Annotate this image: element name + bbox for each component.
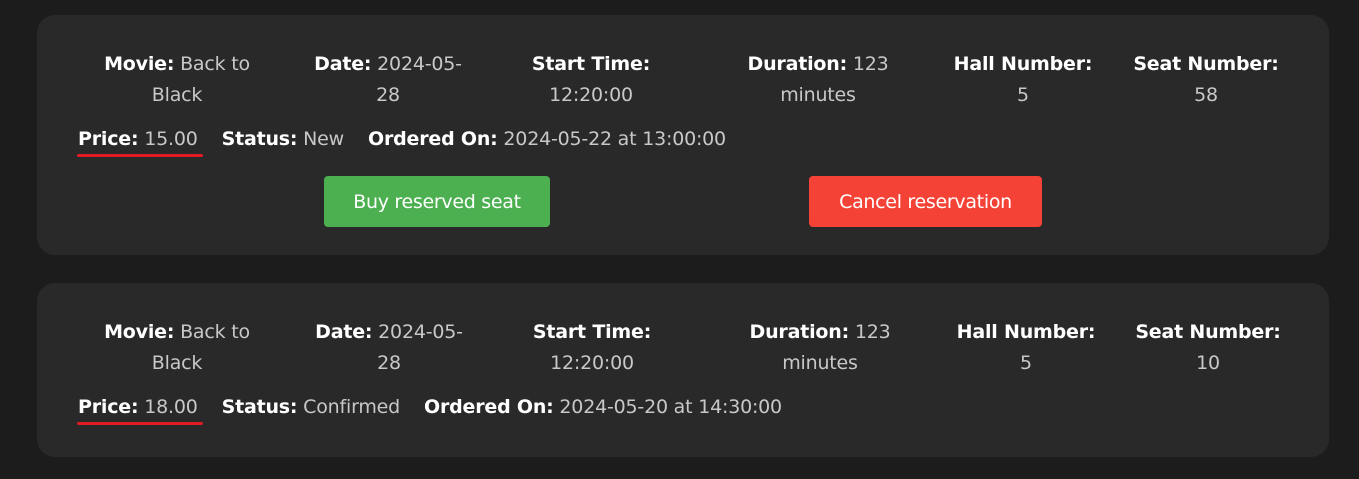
status-value: New [303,128,345,150]
ordered-on-field: Ordered On: 2024-05-22 at 13:00:00 [368,125,726,153]
date-field: Date: 2024-05- 28 [298,49,478,111]
duration-value: 123 [854,321,891,343]
price-field: Price: 18.00 [77,393,203,425]
date-value-cont: 28 [377,352,401,374]
date-label: Date: [314,53,372,75]
price-value: 18.00 [144,396,198,418]
duration-field: Duration: 123 minutes [735,317,905,379]
reservation-card: Movie: Back to Black Date: 2024-05- 28 S… [37,283,1329,457]
reservation-card: Movie: Back to Black Date: 2024-05- 28 S… [37,15,1329,255]
duration-value-cont: minutes [780,84,856,106]
movie-field: Movie: Back to Black [84,317,270,379]
date-label: Date: [315,321,373,343]
hall-number-value: 5 [1020,352,1032,374]
status-field: Status: Confirmed [221,393,401,421]
start-time-label: Start Time: [532,321,652,343]
duration-value-cont: minutes [782,352,858,374]
movie-label: Movie: [104,321,175,343]
price-value: 15.00 [144,128,198,150]
price-label: Price: [78,128,139,150]
seat-number-label: Seat Number: [1133,53,1279,75]
start-time-field: Start Time: 12:20:00 [507,317,677,379]
ordered-on-value: 2024-05-22 at 13:00:00 [503,128,726,150]
duration-label: Duration: [749,321,850,343]
movie-value: Back to [180,53,250,75]
buy-reserved-seat-button[interactable]: Buy reserved seat [324,176,550,227]
start-time-label: Start Time: [531,53,651,75]
status-field: Status: New [221,125,345,153]
movie-value-cont: Black [151,84,203,106]
order-details-row: Price: 18.00 Status: Confirmed Ordered On:… [77,393,806,425]
reservation-list: Movie: Back to Black Date: 2024-05- 28 S… [0,0,1359,479]
duration-label: Duration: [747,53,848,75]
status-label: Status: [221,396,298,418]
hall-number-field: Hall Number: 5 [936,317,1116,379]
ordered-on-field: Ordered On: 2024-05-20 at 14:30:00 [424,393,782,421]
movie-value: Back to [180,321,250,343]
start-time-value: 12:20:00 [550,352,634,374]
duration-value: 123 [852,53,889,75]
seat-number-value: 10 [1196,352,1220,374]
hall-number-label: Hall Number: [953,53,1093,75]
ordered-on-value: 2024-05-20 at 14:30:00 [559,396,782,418]
movie-value-cont: Black [151,352,203,374]
hall-number-value: 5 [1017,84,1029,106]
seat-number-label: Seat Number: [1135,321,1281,343]
seat-number-field: Seat Number: 58 [1111,49,1301,111]
status-value: Confirmed [303,396,401,418]
date-value: 2024-05- [378,321,463,343]
order-details-row: Price: 15.00 Status: New Ordered On: 2024-… [77,125,750,157]
price-label: Price: [78,396,139,418]
price-field: Price: 15.00 [77,125,203,157]
duration-field: Duration: 123 minutes [733,49,903,111]
seat-number-field: Seat Number: 10 [1113,317,1303,379]
hall-number-label: Hall Number: [956,321,1096,343]
start-time-value: 12:20:00 [549,84,633,106]
hall-number-field: Hall Number: 5 [933,49,1113,111]
seat-number-value: 58 [1194,84,1218,106]
cancel-reservation-button[interactable]: Cancel reservation [809,176,1042,227]
movie-label: Movie: [104,53,175,75]
ordered-on-label: Ordered On: [368,128,498,150]
date-field: Date: 2024-05- 28 [299,317,479,379]
start-time-field: Start Time: 12:20:00 [506,49,676,111]
ordered-on-label: Ordered On: [424,396,554,418]
status-label: Status: [221,128,298,150]
date-value-cont: 28 [376,84,400,106]
date-value: 2024-05- [377,53,462,75]
movie-field: Movie: Back to Black [84,49,270,111]
